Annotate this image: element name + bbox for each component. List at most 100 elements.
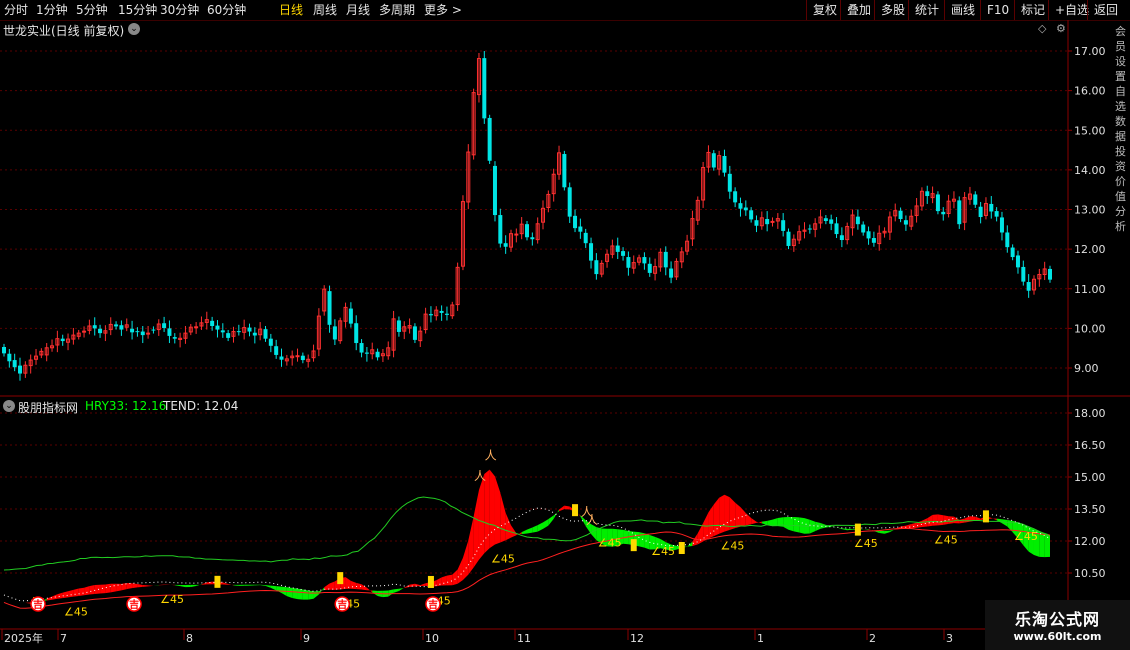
toolbar-button-1[interactable]: 叠加: [840, 0, 877, 20]
candle-body-down: [503, 243, 508, 247]
period-tab-1[interactable]: 1分钟: [36, 2, 68, 18]
diamond-icon[interactable]: ◇: [1038, 22, 1046, 35]
candle-body-down: [663, 251, 668, 268]
candle-body-down: [573, 215, 578, 229]
ribbon-segment: [478, 473, 485, 560]
period-tab-9[interactable]: 多周期: [379, 2, 415, 18]
ribbon-segment: [153, 585, 159, 586]
period-tab-0[interactable]: 分时: [4, 2, 28, 18]
ribbon-segment: [436, 577, 442, 587]
candle-body-down: [2, 346, 6, 354]
toolbar-button-4[interactable]: 画线: [944, 0, 981, 20]
candle-body-down: [866, 231, 871, 239]
ribbon-segment: [884, 530, 890, 534]
ribbon-segment: [89, 584, 95, 595]
candle-body-down: [1015, 255, 1020, 268]
candle-body-down: [364, 352, 369, 354]
candle-body-down: [482, 58, 487, 119]
y-tick-ind: 16.50: [1074, 439, 1106, 452]
angle-label: ∠45: [64, 605, 88, 618]
ribbon-segment: [366, 587, 373, 593]
candle-body-down: [562, 154, 567, 188]
ribbon-segment: [270, 585, 277, 591]
ribbon-segment: [228, 584, 234, 586]
period-tab-8[interactable]: 月线: [346, 2, 370, 18]
ribbon-segment: [473, 490, 479, 568]
angle-label: ∠45: [598, 536, 622, 549]
ribbon-segment: [68, 589, 74, 598]
x-label: 2: [869, 632, 876, 645]
candle-body-down: [994, 211, 999, 217]
ribbon-segment: [169, 584, 175, 586]
ribbon-segment: [564, 505, 570, 510]
candle-body-down: [492, 165, 497, 216]
candle-body-down: [765, 219, 770, 225]
ribbon-segment: [233, 584, 239, 586]
candle-body-down: [978, 206, 983, 218]
chevron-down-icon[interactable]: ⌄: [128, 23, 140, 35]
ribbon-segment: [505, 512, 511, 541]
candle-body-down: [855, 216, 860, 225]
ribbon-segment: [911, 522, 917, 529]
ribbon-segment: [703, 512, 709, 542]
top-toolbar: 分时 1分钟 5分钟 15分钟 30分钟 60分钟 日线 周线 月线 多周期 更多 > 复权 叠加 多股统…: [0, 0, 1130, 21]
candle-body-down: [226, 333, 231, 338]
ribbon-segment: [116, 583, 122, 592]
ribbon-segment: [756, 521, 762, 524]
period-tab-4[interactable]: 30分钟: [160, 2, 199, 18]
ribbon-segment: [729, 497, 736, 530]
candle-body-down: [925, 191, 930, 197]
toolbar-button-0[interactable]: 复权: [806, 0, 843, 20]
candle-body-up: [194, 326, 199, 329]
angle-label: ∠45: [651, 545, 675, 558]
ribbon-segment: [932, 514, 938, 526]
ribbon-segment: [446, 574, 453, 586]
ribbon-segment: [719, 494, 725, 534]
ribbon-segment: [238, 584, 245, 586]
candle-body-down: [439, 310, 444, 313]
candle-body-down: [615, 245, 620, 252]
ribbon-segment: [879, 530, 885, 534]
candle-body-down: [525, 224, 529, 238]
indicator-toggle-icon[interactable]: ⌄: [3, 400, 15, 412]
ribbon-segment: [452, 569, 458, 586]
period-tab-2[interactable]: 5分钟: [76, 2, 108, 18]
period-tab-3[interactable]: 15分钟: [118, 2, 157, 18]
ribbon-segment: [110, 583, 117, 593]
toolbar-button-8[interactable]: 返回: [1087, 0, 1124, 20]
ribbon-segment: [697, 523, 704, 545]
candle-body-down: [119, 325, 124, 330]
y-tick-main: 16.00: [1074, 85, 1106, 98]
ribbon-segment: [350, 580, 357, 590]
ribbon-segment: [745, 513, 752, 526]
ribbon-segment: [158, 584, 165, 586]
stock-chart[interactable]: 17.00 16.00 15.00 14.00 13.00 12.00 11.00 10.00…: [0, 20, 1130, 650]
ribbon-segment: [73, 588, 79, 597]
candle-body-down: [589, 243, 594, 261]
ribbon-segment: [457, 557, 463, 584]
y-tick-main: 11.00: [1074, 283, 1106, 296]
angle-label: ∠45: [854, 537, 878, 550]
settings-icon[interactable]: ⚙: [1056, 22, 1066, 35]
candle-body-down: [354, 323, 359, 344]
candle-body-down: [215, 325, 220, 330]
candle-body-down: [935, 194, 940, 212]
period-tab-5[interactable]: 60分钟: [207, 2, 246, 18]
ribbon-segment: [302, 589, 309, 600]
candle-body-up: [146, 332, 151, 335]
person-icon: 人: [474, 469, 486, 483]
period-tab-6[interactable]: 日线: [279, 2, 303, 18]
period-tab-7[interactable]: 周线: [313, 2, 337, 18]
period-tab-10[interactable]: 更多 >: [424, 2, 462, 18]
candle-body-down: [263, 329, 268, 339]
ribbon-segment: [420, 583, 426, 586]
watermark-title: 乐淘公式网: [1014, 610, 1100, 629]
ribbon-segment: [142, 584, 149, 587]
toolbar-button-3[interactable]: 统计: [908, 0, 945, 20]
toolbar-button-6[interactable]: 标记: [1014, 0, 1051, 20]
candle-body-up: [82, 330, 87, 333]
toolbar-button-2[interactable]: 多股: [874, 0, 911, 20]
toolbar-button-5[interactable]: F10: [980, 0, 1015, 20]
ribbon-segment: [751, 518, 757, 525]
candle-body-down: [18, 365, 23, 374]
